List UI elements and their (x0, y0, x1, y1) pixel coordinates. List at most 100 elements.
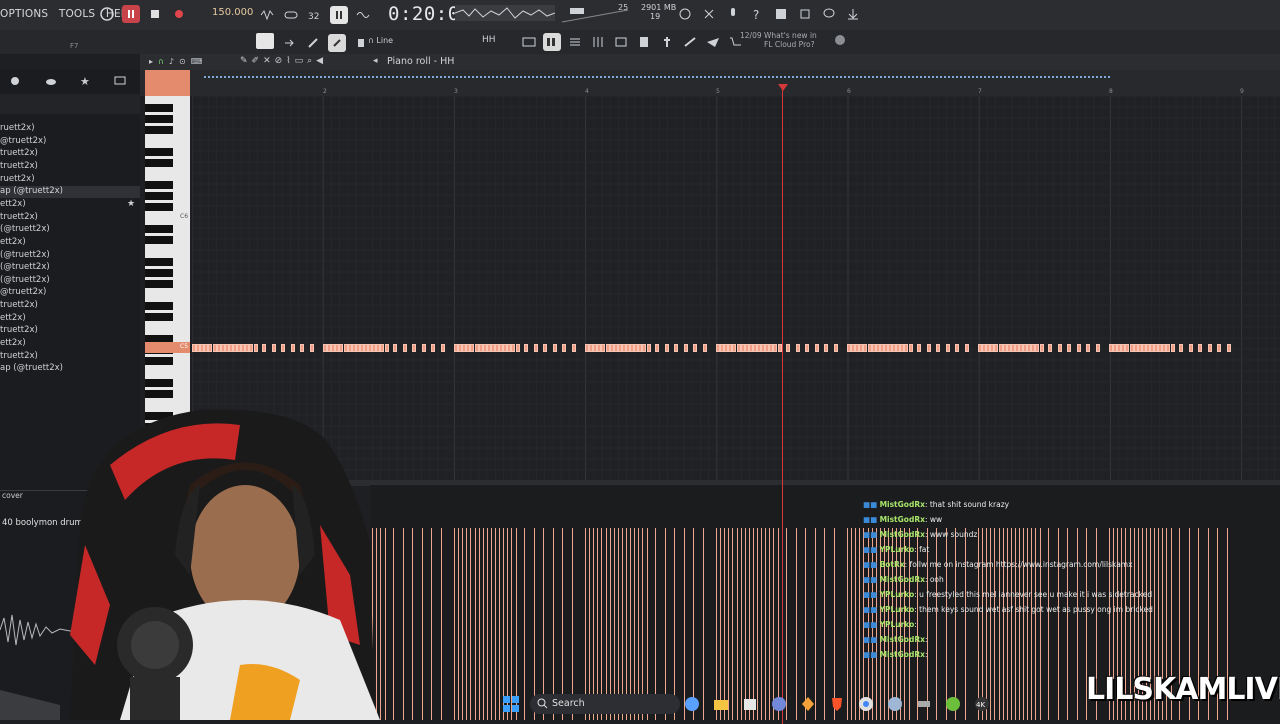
keyboard-icon[interactable]: ⌨ (191, 57, 203, 66)
snap-mode[interactable]: ∩ Line (368, 36, 393, 45)
browser-item[interactable]: ett2x) (0, 338, 140, 350)
black-key[interactable] (145, 236, 173, 244)
fl-studio-icon[interactable] (800, 696, 816, 715)
browser-item[interactable]: @truett2x) (0, 136, 140, 148)
velocity-bar[interactable] (482, 528, 484, 720)
arrow-icon[interactable]: ▸ (149, 57, 153, 66)
note[interactable] (393, 344, 397, 352)
playlist-icon[interactable] (520, 33, 538, 51)
note[interactable] (1198, 344, 1202, 352)
note[interactable] (1048, 344, 1052, 352)
slice-tool-icon[interactable]: ⌇ (286, 56, 290, 66)
velocity-bar[interactable] (458, 528, 460, 720)
note[interactable] (1217, 344, 1221, 352)
note[interactable] (795, 344, 800, 352)
brave-icon[interactable] (829, 696, 845, 715)
note[interactable] (955, 344, 959, 352)
chrome-icon[interactable] (858, 696, 874, 715)
note[interactable] (926, 344, 931, 352)
black-key[interactable] (145, 126, 173, 134)
download-icon[interactable] (844, 5, 862, 23)
select-tool-icon[interactable]: ▭ (295, 56, 304, 66)
refresh-icon[interactable] (676, 5, 694, 23)
menu-options[interactable]: OPTIONS (0, 8, 48, 20)
metronome-icon[interactable] (98, 5, 116, 23)
plugin-icon[interactable] (796, 5, 814, 23)
black-key[interactable] (145, 115, 173, 123)
browser-icon[interactable] (612, 33, 630, 51)
browser-item[interactable]: @truett2x) (0, 287, 140, 299)
note[interactable] (1076, 344, 1081, 352)
note[interactable] (664, 344, 669, 352)
note[interactable] (300, 344, 304, 352)
record-icon[interactable] (170, 5, 188, 23)
note[interactable] (515, 344, 520, 352)
browser-item[interactable]: ett2x) (0, 237, 140, 249)
black-key[interactable] (145, 269, 173, 277)
piano-roll-button[interactable] (256, 33, 274, 49)
note[interactable] (571, 344, 576, 352)
piano-roll-icon[interactable] (543, 33, 561, 51)
note[interactable] (262, 344, 266, 352)
browser-item[interactable]: ett2x) (0, 313, 140, 325)
black-key[interactable] (145, 203, 173, 211)
note[interactable] (674, 344, 678, 352)
paint-tool-icon[interactable]: ✐ (252, 56, 260, 66)
note[interactable] (552, 344, 557, 352)
black-key[interactable] (145, 313, 173, 321)
note[interactable] (412, 344, 416, 352)
note[interactable] (1179, 344, 1183, 352)
velocity-bar[interactable] (478, 528, 480, 720)
browser-item[interactable]: truett2x) (0, 325, 140, 337)
black-key[interactable] (145, 159, 173, 167)
velocity-bar[interactable] (454, 528, 455, 720)
microphone-icon[interactable] (724, 5, 742, 23)
note[interactable] (1170, 344, 1175, 352)
note[interactable] (908, 344, 913, 352)
note[interactable] (1207, 344, 1212, 352)
copilot-icon[interactable] (684, 696, 700, 715)
black-key[interactable] (145, 357, 173, 365)
menu-tools[interactable]: TOOLS (59, 8, 95, 20)
note[interactable] (309, 344, 314, 352)
windows-icon[interactable] (503, 696, 519, 715)
note[interactable] (945, 344, 950, 352)
note[interactable] (1095, 344, 1100, 352)
channel-selector[interactable]: HH (482, 35, 496, 45)
settings-icon[interactable] (10, 76, 20, 89)
black-key[interactable] (145, 258, 173, 266)
chat-icon[interactable] (820, 5, 838, 23)
note[interactable] (1226, 344, 1231, 352)
save-icon[interactable] (772, 5, 790, 23)
note[interactable] (1067, 344, 1071, 352)
browser-item[interactable]: ap (@truett2x) (0, 186, 140, 199)
4k-icon[interactable]: 4K (974, 696, 990, 715)
black-key[interactable] (145, 181, 173, 189)
zoom-tool-icon[interactable]: ⌕ (307, 56, 312, 66)
black-key[interactable] (145, 390, 173, 398)
discord-icon[interactable] (771, 696, 787, 715)
browser-item[interactable]: (@truett2x) (0, 262, 140, 274)
typing-keyboard-icon[interactable] (330, 6, 348, 24)
browser-item[interactable]: ruett2x) (0, 174, 140, 186)
fl-cloud-icon[interactable] (834, 34, 846, 49)
velocity-bar[interactable] (462, 528, 464, 720)
send-icon[interactable] (704, 33, 722, 51)
note[interactable] (253, 344, 258, 352)
pencil-icon[interactable] (304, 34, 322, 52)
pattern-song-toggle[interactable] (122, 5, 140, 23)
browser-item[interactable]: (@truett2x) (0, 250, 140, 262)
note[interactable] (814, 344, 819, 352)
note[interactable] (1086, 344, 1090, 352)
step-icon[interactable]: 32 (306, 6, 324, 24)
note[interactable] (533, 344, 538, 352)
pencil-tool-icon[interactable]: ✎ (240, 56, 248, 66)
stamp-tool-icon[interactable]: ♪ (169, 57, 174, 66)
cloud-icon[interactable] (45, 76, 57, 89)
black-key[interactable] (145, 302, 173, 310)
stop-icon[interactable] (146, 5, 164, 23)
note[interactable] (290, 344, 295, 352)
favorite-star-icon[interactable]: ★ (127, 199, 135, 209)
black-key[interactable] (145, 104, 173, 112)
note[interactable] (402, 344, 407, 352)
